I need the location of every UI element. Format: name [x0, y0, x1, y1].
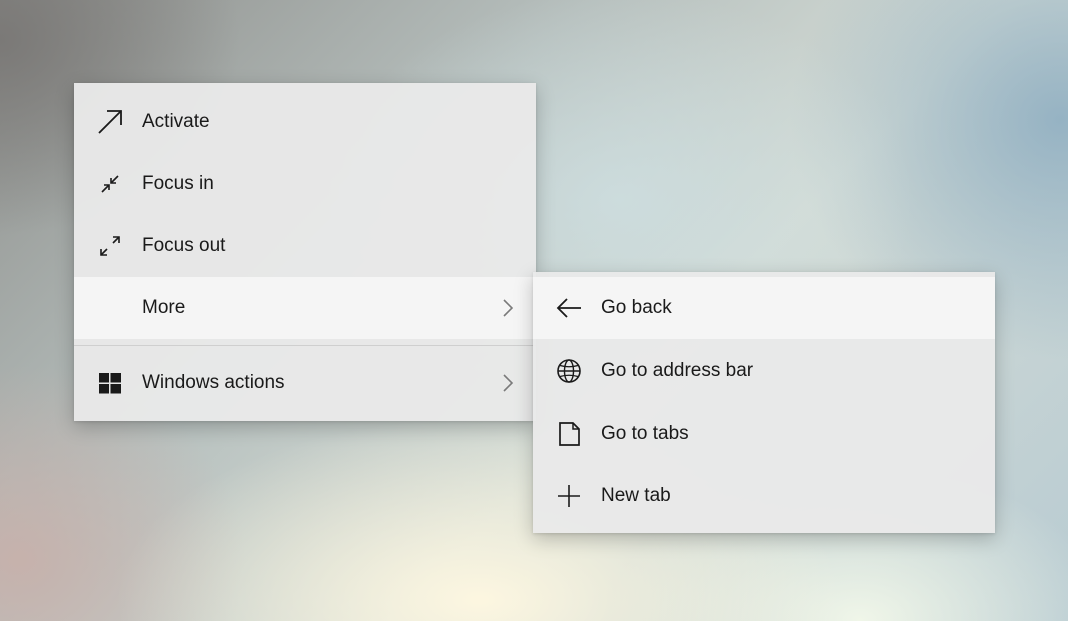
- menu-divider: [74, 345, 536, 346]
- menu-item-label: Focus out: [142, 235, 226, 256]
- menu-item-focus-in[interactable]: Focus in: [74, 153, 536, 215]
- globe-icon: [555, 357, 583, 385]
- submenu-item-go-to-tabs[interactable]: Go to tabs: [533, 403, 995, 465]
- context-menu: Activate Focus in Focus out More Windows…: [74, 83, 536, 421]
- chevron-right-icon: [500, 372, 516, 394]
- arrow-left-icon: [555, 294, 583, 322]
- chevron-right-icon: [500, 297, 516, 319]
- submenu-item-label: Go back: [601, 297, 672, 318]
- plus-icon: [555, 482, 583, 510]
- submenu-item-label: Go to tabs: [601, 423, 689, 444]
- submenu-item-go-to-address-bar[interactable]: Go to address bar: [533, 340, 995, 402]
- page-icon: [555, 420, 583, 448]
- menu-item-more[interactable]: More: [74, 277, 536, 339]
- arrow-up-right-icon: [96, 108, 124, 136]
- menu-item-activate[interactable]: Activate: [74, 91, 536, 153]
- menu-item-focus-out[interactable]: Focus out: [74, 215, 536, 277]
- submenu-item-go-back[interactable]: Go back: [533, 277, 995, 339]
- menu-item-label: Focus in: [142, 173, 214, 194]
- submenu-item-label: New tab: [601, 485, 671, 506]
- menu-item-windows-actions[interactable]: Windows actions: [74, 352, 536, 414]
- menu-item-label: Windows actions: [142, 372, 285, 393]
- menu-item-label: More: [142, 297, 186, 318]
- focus-in-icon: [96, 170, 124, 198]
- submenu-item-label: Go to address bar: [601, 360, 754, 381]
- menu-item-label: Activate: [142, 111, 210, 132]
- submenu: Go back Go to address bar Go to tabs New…: [533, 272, 995, 533]
- submenu-item-new-tab[interactable]: New tab: [533, 465, 995, 527]
- windows-logo-icon: [96, 369, 124, 397]
- focus-out-icon: [96, 232, 124, 260]
